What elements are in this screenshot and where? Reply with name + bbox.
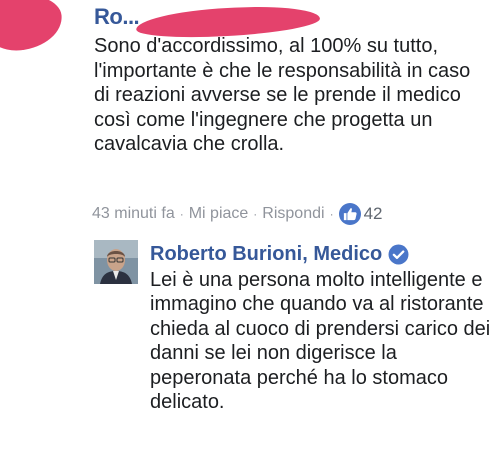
reply-link[interactable]: Rispondi xyxy=(262,205,324,223)
comment-thread: Ro... Sono d'accordissimo, al 100% su tu… xyxy=(0,0,500,456)
verified-badge-icon xyxy=(388,244,409,264)
like-count[interactable]: 42 xyxy=(364,204,383,224)
author-name-text[interactable]: Ro... xyxy=(94,4,140,29)
avatar[interactable] xyxy=(94,240,138,284)
like-link[interactable]: Mi piace xyxy=(189,205,249,223)
separator: · xyxy=(329,207,334,221)
separator: · xyxy=(179,207,184,221)
comment-timestamp[interactable]: 43 minuti fa xyxy=(92,205,175,223)
comment-actions: 43 minuti fa · Mi piace · Rispondi · 42 xyxy=(92,202,382,226)
avatar-redacted[interactable] xyxy=(0,0,65,55)
comment-text: Sono d'accordissimo, al 100% su tutto, l… xyxy=(94,35,471,156)
reply-author[interactable]: Roberto Burioni, Medico xyxy=(150,241,409,267)
separator: · xyxy=(253,207,258,221)
like-thumb-icon[interactable] xyxy=(338,203,361,225)
reply-text: Lei è una persona molto intelligente e i… xyxy=(150,269,491,414)
reply-author-name[interactable]: Roberto Burioni, Medico xyxy=(150,243,382,266)
comment-author-name[interactable]: Ro... xyxy=(94,3,324,41)
